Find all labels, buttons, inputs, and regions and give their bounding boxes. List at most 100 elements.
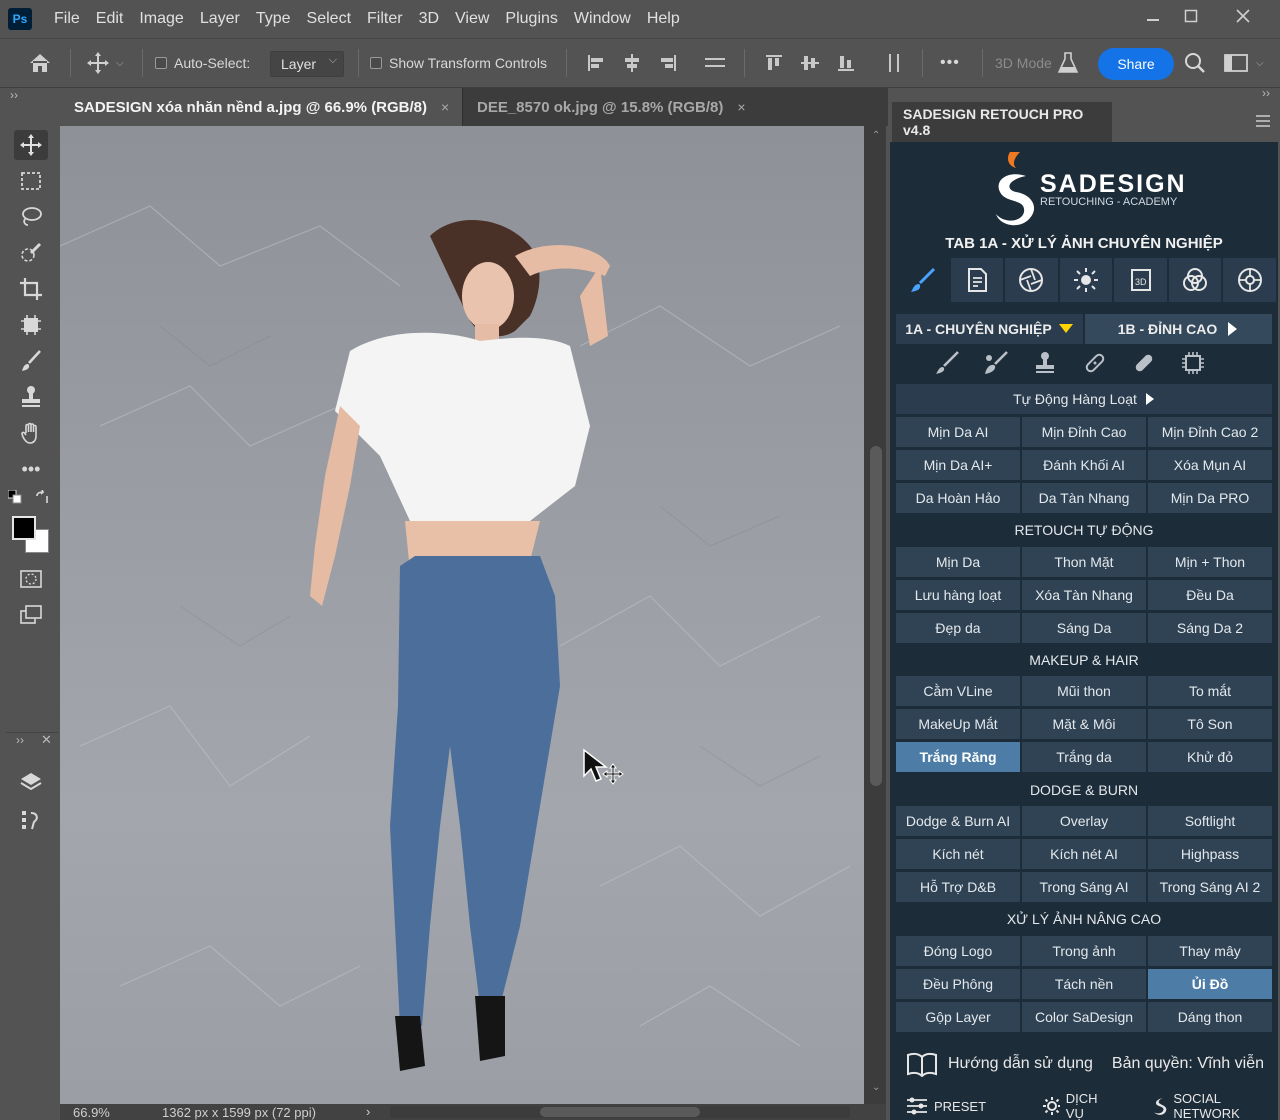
- deu-phong-button[interactable]: Đều Phông: [896, 969, 1020, 999]
- clone-stamp-tool[interactable]: [14, 382, 48, 412]
- filter-category-button[interactable]: [1223, 258, 1277, 302]
- mat-moi-button[interactable]: Mặt & Môi: [1022, 709, 1146, 739]
- thay-may-button[interactable]: Thay mây: [1148, 936, 1272, 966]
- scrollbar-thumb[interactable]: [870, 446, 882, 786]
- kich-net-button[interactable]: Kích nét: [896, 839, 1020, 869]
- screen-mode-button[interactable]: [14, 600, 48, 630]
- distribute-button[interactable]: [704, 39, 726, 87]
- ui-do-button[interactable]: Ủi Đồ: [1148, 969, 1272, 999]
- collapse-icon[interactable]: ››: [10, 88, 18, 102]
- kich-net-ai-button[interactable]: Kích nét AI: [1022, 839, 1146, 869]
- menu-select[interactable]: Select: [299, 0, 359, 38]
- luu-hang-loat-button[interactable]: Lưu hàng loạt: [896, 580, 1020, 610]
- trang-rang-button[interactable]: Trắng Răng: [896, 742, 1020, 772]
- 3d-category-button[interactable]: 3D: [1114, 258, 1167, 302]
- status-menu-arrow[interactable]: ›: [366, 1104, 370, 1119]
- menu-image[interactable]: Image: [131, 0, 191, 38]
- align-right-button[interactable]: [658, 39, 678, 87]
- close-tab-icon[interactable]: ×: [737, 99, 745, 115]
- social-network-link[interactable]: SOCIAL NETWORK: [1151, 1091, 1278, 1120]
- deu-da-button[interactable]: Đều Da: [1148, 580, 1272, 610]
- dep-da-button[interactable]: Đẹp da: [896, 613, 1020, 643]
- trong-anh-button[interactable]: Trong ảnh: [1022, 936, 1146, 966]
- chip-tool[interactable]: [1176, 348, 1210, 378]
- preset-link[interactable]: PRESET: [906, 1096, 986, 1116]
- move-tool[interactable]: [14, 130, 48, 160]
- menu-edit[interactable]: Edit: [88, 0, 132, 38]
- da-tan-nhang-button[interactable]: Da Tàn Nhang: [1022, 483, 1146, 513]
- zoom-level[interactable]: 66.9%: [73, 1105, 110, 1120]
- softlight-button[interactable]: Softlight: [1148, 806, 1272, 836]
- sang-da-button[interactable]: Sáng Da: [1022, 613, 1146, 643]
- subtab-1a[interactable]: 1A - CHUYÊN NGHIỆP: [896, 314, 1083, 344]
- menu-filter[interactable]: Filter: [359, 0, 411, 38]
- brush-tool[interactable]: [14, 346, 48, 376]
- brush-tool-2[interactable]: [979, 348, 1013, 378]
- align-middle-button[interactable]: [800, 39, 820, 87]
- min-da-ai-button[interactable]: Mịn Da AI: [896, 417, 1020, 447]
- dong-logo-button[interactable]: Đóng Logo: [896, 936, 1020, 966]
- overlay-button[interactable]: Overlay: [1022, 806, 1146, 836]
- tach-nen-button[interactable]: Tách nền: [1022, 969, 1146, 999]
- default-colors-icon[interactable]: [7, 489, 22, 504]
- crop-tool[interactable]: [14, 274, 48, 304]
- scroll-up-icon[interactable]: ⌃: [872, 130, 880, 141]
- makeup-mat-button[interactable]: MakeUp Mắt: [896, 709, 1020, 739]
- brush-tool-1[interactable]: [930, 348, 964, 378]
- stamp-tool[interactable]: [1028, 348, 1062, 378]
- menu-file[interactable]: File: [46, 0, 88, 38]
- more-options-button[interactable]: •••: [940, 39, 960, 87]
- gop-layer-button[interactable]: Gộp Layer: [896, 1002, 1020, 1032]
- sang-da-2-button[interactable]: Sáng Da 2: [1148, 613, 1272, 643]
- show-transform-checkbox[interactable]: Show Transform Controls: [370, 39, 547, 87]
- trang-da-button[interactable]: Trắng da: [1022, 742, 1146, 772]
- menu-plugins[interactable]: Plugins: [497, 0, 565, 38]
- menu-help[interactable]: Help: [639, 0, 688, 38]
- light-category-button[interactable]: [1059, 258, 1113, 302]
- min-dinh-cao-button[interactable]: Mịn Đỉnh Cao: [1022, 417, 1146, 447]
- quick-mask-button[interactable]: [14, 564, 48, 594]
- menu-3d[interactable]: 3D: [411, 0, 447, 38]
- xoa-mun-ai-button[interactable]: Xóa Mụn AI: [1148, 450, 1272, 480]
- swap-colors-icon[interactable]: [34, 489, 50, 506]
- tab-document-1[interactable]: SADESIGN xóa nhăn nềnd a.jpg @ 66.9% (RG…: [60, 88, 462, 126]
- thon-mat-button[interactable]: Thon Mặt: [1022, 547, 1146, 577]
- panel-menu-icon[interactable]: [1256, 114, 1270, 132]
- more-tools-icon[interactable]: •••: [14, 454, 48, 484]
- hand-tool[interactable]: [14, 418, 48, 448]
- distribute-vertical-button[interactable]: [884, 39, 904, 87]
- home-button[interactable]: [28, 39, 52, 87]
- min-da-ai-plus-button[interactable]: Mịn Da AI+: [896, 450, 1020, 480]
- quick-selection-tool[interactable]: [14, 238, 48, 268]
- collapse-icon[interactable]: ››: [1262, 86, 1270, 100]
- trong-sang-ai-2-button[interactable]: Trong Sáng AI 2: [1148, 872, 1272, 902]
- workspace-button[interactable]: ⌵: [1224, 39, 1264, 87]
- ho-tro-db-button[interactable]: Hỗ Trợ D&B: [896, 872, 1020, 902]
- min-thon-button[interactable]: Mịn + Thon: [1148, 547, 1272, 577]
- lasso-tool[interactable]: [14, 202, 48, 232]
- service-link[interactable]: DỊCH VỤ: [1042, 1091, 1113, 1120]
- trong-sang-ai-button[interactable]: Trong Sáng AI: [1022, 872, 1146, 902]
- dodge-burn-ai-button[interactable]: Dodge & Burn AI: [896, 806, 1020, 836]
- dang-thon-button[interactable]: Dáng thon: [1148, 1002, 1272, 1032]
- share-button[interactable]: Share: [1098, 48, 1174, 80]
- retouch-category-button[interactable]: [896, 258, 949, 302]
- min-da-pro-button[interactable]: Mịn Da PRO: [1148, 483, 1272, 513]
- to-son-button[interactable]: Tô Son: [1148, 709, 1272, 739]
- vertical-scrollbar[interactable]: ⌃ ⌄: [866, 126, 886, 1104]
- align-left-button[interactable]: [586, 39, 606, 87]
- menu-layer[interactable]: Layer: [192, 0, 248, 38]
- auto-batch-button[interactable]: Tự Động Hàng Loạt: [896, 384, 1272, 414]
- marquee-tool[interactable]: [14, 166, 48, 196]
- history-panel-button[interactable]: [14, 805, 48, 835]
- scrollbar-thumb[interactable]: [540, 1107, 700, 1117]
- layer-dropdown[interactable]: Layer: [270, 51, 344, 77]
- frame-tool[interactable]: [14, 310, 48, 340]
- flask-button[interactable]: [1058, 39, 1078, 87]
- xoa-tan-nhang-button[interactable]: Xóa Tàn Nhang: [1022, 580, 1146, 610]
- align-center-button[interactable]: [622, 39, 642, 87]
- user-guide-link[interactable]: Hướng dẫn sử dụng: [906, 1051, 1093, 1077]
- foreground-color-swatch[interactable]: [12, 516, 36, 540]
- search-button[interactable]: [1184, 39, 1206, 87]
- aperture-category-button[interactable]: [1005, 258, 1058, 302]
